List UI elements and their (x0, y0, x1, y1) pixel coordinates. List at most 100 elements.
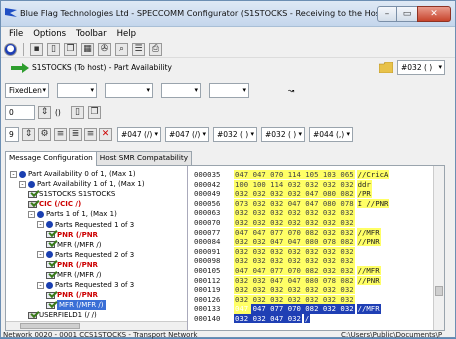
menu-options[interactable]: Options (28, 29, 71, 39)
hex-bytes: 032 032 032 032 032 032 032 (234, 256, 355, 266)
hex-ascii: / (303, 314, 311, 324)
tree-node-label: Parts Requested 1 of 3 (55, 220, 135, 229)
properties-icon[interactable]: ⚙ (38, 128, 51, 141)
search-icon[interactable]: ⌕ (115, 42, 128, 56)
offset-row: 0 ⇕ () ▯ ❐ (1, 102, 455, 124)
delimiter-value: #032 ( ) (217, 130, 249, 139)
network-icon[interactable]: ✇ (98, 42, 111, 56)
spin-icon[interactable]: ⇕ (22, 128, 35, 141)
hex-row[interactable]: 000091 032 032 032 032 032 032 032 (194, 246, 359, 256)
close-button[interactable]: ✕ (417, 6, 451, 22)
new-file-icon[interactable]: ▯ (47, 42, 60, 56)
collapse-icon[interactable]: - (10, 170, 17, 178)
hex-row[interactable]: 000098 032 032 032 032 032 032 032 (194, 256, 359, 266)
doc-icon[interactable]: ▯ (71, 106, 84, 119)
tree-node[interactable]: - Parts Requested 3 of 3 (37, 280, 134, 290)
bracket-icon[interactable]: () (55, 105, 61, 120)
scroll-thumb[interactable] (435, 286, 443, 296)
hex-row[interactable]: 000112 032 032 047 047 080 078 082 //PNR (194, 275, 381, 285)
tree-node[interactable]: - Part Availability 1 of 1, (Max 1) (19, 179, 145, 189)
hex-row[interactable]: 000070 032 032 032 032 032 032 032 (194, 218, 359, 228)
delimiter-select-1[interactable]: #047 (/) ▾ (117, 127, 161, 142)
width-value: 9 (9, 130, 14, 139)
tree-node[interactable]: - Part Availability 0 of 1, (Max 1) (10, 169, 136, 179)
copy-icon[interactable]: ❐ (64, 42, 77, 56)
collapse-icon[interactable]: - (37, 281, 44, 289)
align-right-icon[interactable]: ≡ (84, 128, 97, 141)
tree-node[interactable]: MFR (/MFR /) (46, 300, 106, 311)
tree-node[interactable]: - Parts Requested 2 of 3 (37, 250, 134, 260)
filter-select-1[interactable]: ▾ (57, 83, 97, 98)
hex-ascii: //PNR (356, 275, 381, 285)
tree-node[interactable]: - Parts 1 of 1, (Max 1) (28, 209, 117, 219)
tree-node-label: CIC (/CIC /) (39, 200, 82, 209)
hex-view[interactable]: 000035 047 047 070 114 105 103 065//CricA… (194, 170, 424, 328)
minimize-button[interactable]: – (377, 6, 397, 22)
maximize-button[interactable]: ▭ (397, 6, 417, 22)
tab-host-smr-compatability[interactable]: Host SMR Compatability (95, 151, 193, 165)
app-logo-icon[interactable]: ● (4, 42, 17, 56)
hex-row[interactable]: 000035 047 047 070 114 105 103 065//CricA (194, 170, 390, 180)
copy-doc-icon[interactable]: ❐ (88, 106, 101, 119)
scroll-thumb[interactable] (20, 323, 80, 329)
hex-offset: 000042 (194, 179, 221, 189)
tree-node[interactable]: S1STOCKS S1STOCKS (28, 189, 115, 199)
collapse-icon[interactable]: - (28, 210, 35, 218)
tree-node[interactable]: MFR (/MFR /) (46, 270, 102, 280)
print-icon[interactable]: ⎙ (149, 42, 162, 56)
menu-toolbar[interactable]: Toolbar (71, 29, 112, 39)
hex-row[interactable]: 000105 047 047 077 070 082 032 032//MFR (194, 266, 381, 276)
delimiter-select-5[interactable]: #044 (,) ▾ (309, 127, 353, 142)
hex-row[interactable]: 000056 073 032 032 047 047 080 078 I //PNR (194, 198, 390, 208)
save-icon[interactable]: ▪ (30, 42, 43, 56)
spin-icon[interactable]: ⇕ (38, 106, 51, 119)
format-select[interactable]: FixedLen ▾ (5, 83, 49, 98)
align-center-icon[interactable]: ≣ (69, 128, 82, 141)
align-left-icon[interactable]: ≡ (54, 128, 67, 141)
hex-row[interactable]: 000042 100 100 114 032 032 032 032 ddr (194, 179, 372, 189)
hex-offset: 000126 (194, 294, 221, 304)
tree-node-label: Part Availability 0 of 1, (Max 1) (28, 170, 136, 178)
menu-file[interactable]: File (4, 29, 28, 39)
hex-row[interactable]: 000049 032 032 032 032 047 080 082 /PR (194, 189, 372, 199)
delimiter-select-3[interactable]: #032 ( ) ▾ (213, 127, 257, 142)
tree-node[interactable]: MFR (/MFR /) (46, 240, 102, 250)
grid-icon[interactable]: ▦ (81, 42, 94, 56)
collapse-icon[interactable]: - (19, 180, 26, 188)
hex-row[interactable]: 000077 047 047 077 070 082 032 032//MFR (194, 227, 381, 237)
tree-node[interactable]: USERFIELD1 (/ /) (28, 310, 97, 320)
delimiter-select-2[interactable]: #047 (/) ▾ (165, 127, 209, 142)
filter-select-4[interactable]: ▾ (209, 83, 249, 98)
folder-icon[interactable] (379, 62, 393, 73)
collapse-icon[interactable]: - (37, 251, 44, 259)
collapse-icon[interactable]: - (37, 221, 44, 228)
message-tree[interactable]: - Part Availability 0 of 1, (Max 1) - Part … (6, 166, 188, 330)
hex-row[interactable]: 000140 032 032 047 032 / (194, 314, 311, 324)
tab-message-configuration[interactable]: Message Configuration (5, 151, 97, 166)
hex-bytes: 032 032 032 032 032 032 032 (234, 208, 355, 218)
vertical-scrollbar[interactable] (433, 166, 444, 330)
filter-select-3[interactable]: ▾ (161, 83, 201, 98)
horizontal-scrollbar[interactable] (6, 321, 187, 330)
title-bar[interactable]: Blue Flag Technologies Ltd - SPECCOMM Co… (1, 1, 455, 27)
chevron-down-icon: ▾ (146, 86, 150, 94)
width-input[interactable]: 9 (5, 127, 19, 142)
offset-input[interactable]: 0 (5, 105, 35, 120)
link-icon[interactable]: ↝ (288, 83, 294, 98)
hex-row[interactable]: 000133 047 047 077 070 082 032 032//MFR (194, 304, 381, 314)
tree-node[interactable]: CIC (/CIC /) (28, 199, 81, 209)
tree-node[interactable]: - Parts Requested 1 of 3 (37, 220, 134, 230)
settings-icon[interactable]: ☰ (132, 42, 145, 56)
hex-row[interactable]: 000084 032 032 047 047 080 078 082 //PNR (194, 237, 381, 247)
field-check-icon (46, 301, 55, 309)
menu-help[interactable]: Help (112, 29, 141, 39)
content-panel: - Part Availability 0 of 1, (Max 1) - Part … (5, 165, 445, 331)
hex-row[interactable]: 000119 032 032 032 032 032 032 032 (194, 285, 359, 295)
filter-select-2[interactable]: ▾ (105, 83, 153, 98)
message-id-select[interactable]: #032 ( ) ▾ (397, 60, 445, 75)
hex-row[interactable]: 000063 032 032 032 032 032 032 032 (194, 208, 359, 218)
delete-icon[interactable]: ✕ (99, 128, 112, 141)
delimiter-select-4[interactable]: #032 ( ) ▾ (261, 127, 305, 142)
hex-row[interactable]: 000126 032 032 032 032 032 032 032 (194, 294, 359, 304)
hex-offset: 000084 (194, 237, 221, 247)
